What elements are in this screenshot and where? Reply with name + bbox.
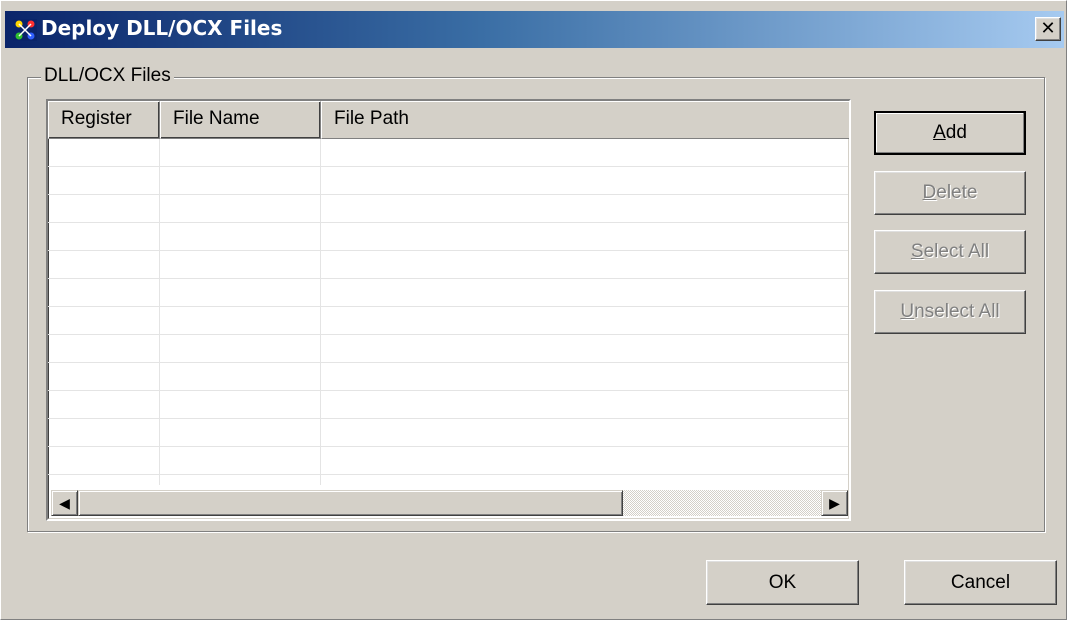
empty-row (48, 167, 848, 195)
empty-row (48, 279, 848, 307)
app-icon (13, 19, 37, 41)
column-header-register[interactable]: Register (48, 101, 160, 139)
window-title: Deploy DLL/OCX Files (41, 16, 283, 40)
ok-button[interactable]: OK (706, 560, 859, 605)
horizontal-scrollbar[interactable]: ◀ ▶ (51, 490, 848, 516)
empty-row (48, 307, 848, 335)
list-header: Register File Name File Path (48, 101, 849, 139)
empty-row (48, 251, 848, 279)
empty-row (48, 391, 848, 419)
select-all-button[interactable]: Select All (874, 230, 1026, 274)
unselect-all-button[interactable]: Unselect All (874, 290, 1026, 334)
column-header-file-name[interactable]: File Name (160, 101, 321, 139)
empty-row (48, 419, 848, 447)
list-body[interactable] (48, 139, 848, 485)
close-button[interactable]: ✕ (1035, 17, 1061, 41)
files-list-view[interactable]: Register File Name File Path ◀ ▶ (46, 99, 851, 521)
delete-button[interactable]: Delete (874, 171, 1026, 215)
close-icon: ✕ (1040, 18, 1056, 39)
groupbox-label: DLL/OCX Files (41, 65, 174, 87)
arrow-right-icon: ▶ (829, 494, 840, 511)
empty-row (48, 447, 848, 475)
scroll-left-button[interactable]: ◀ (51, 490, 78, 516)
empty-row (48, 363, 848, 391)
deploy-dialog: Deploy DLL/OCX Files ✕ DLL/OCX Files Reg… (0, 0, 1067, 620)
title-bar[interactable]: Deploy DLL/OCX Files ✕ (5, 11, 1064, 48)
add-button[interactable]: Add (874, 111, 1026, 155)
column-header-file-path[interactable]: File Path (321, 101, 849, 139)
arrow-left-icon: ◀ (59, 494, 70, 511)
empty-row (48, 223, 848, 251)
empty-row (48, 335, 848, 363)
cancel-button[interactable]: Cancel (904, 560, 1057, 605)
empty-row (48, 139, 848, 167)
empty-row (48, 195, 848, 223)
scrollbar-thumb[interactable] (78, 490, 623, 516)
scroll-right-button[interactable]: ▶ (821, 490, 848, 516)
